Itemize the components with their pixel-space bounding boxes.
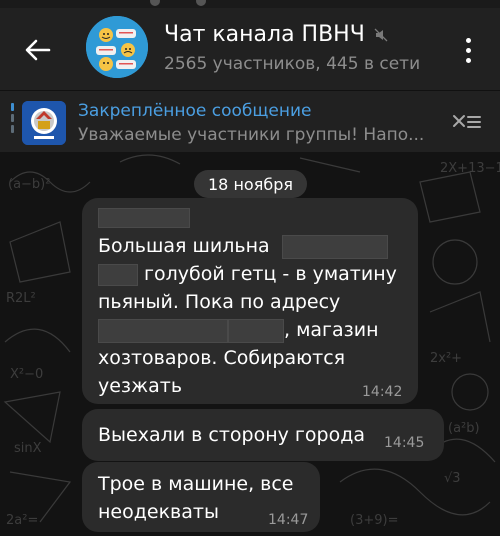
message-line: пьяный. Пока по адресу [98,291,341,313]
back-button[interactable] [16,30,60,70]
pinned-preview-text: Уважаемые участники группы! Напо... [78,125,425,145]
status-indicator-icon [150,0,160,6]
more-vertical-icon [465,57,471,63]
svg-text:(a²b): (a²b) [448,421,480,436]
message-time: 14:42 [362,384,403,400]
chat-subtitle: 2565 участников, 445 в сети [164,54,421,74]
message-bubble[interactable]: Выехали в сторону города 14:45 [82,409,444,461]
more-vertical-icon [465,47,471,53]
status-bar [0,0,500,8]
redacted-sender [98,208,190,228]
pinned-message-bar[interactable]: Закреплённое сообщение Уважаемые участни… [0,90,500,152]
chat-title[interactable]: Чат канала ПВНЧ [164,22,389,47]
message-bubble[interactable]: Трое в машине, все неодекваты 14:47 [82,462,320,532]
back-arrow-icon [25,39,51,61]
channel-avatar[interactable] [86,16,148,78]
redacted-text [98,263,138,286]
chat-header: Чат канала ПВНЧ 2565 участников, 445 в с… [0,0,500,90]
message-list[interactable]: (a−b)² 2X+13−1 R2L² 2x²+ X²−0 (a²b) sinX… [0,152,500,536]
pinned-thumbnail [22,101,66,145]
message-line: голубой гетц - в уматину [98,260,397,288]
message-line: Трое в машине, все [98,473,294,495]
svg-text:2X+13−1: 2X+13−1 [440,161,500,176]
unpin-button[interactable] [446,107,486,137]
redacted-text [98,318,228,343]
emblem-icon [22,101,66,145]
pinned-indicator [11,103,14,141]
svg-text:√3: √3 [444,471,461,486]
message-time: 14:45 [384,435,425,451]
message-line: , магазин [98,316,379,344]
emoji-avatar-icon [86,16,148,78]
svg-text:(3+9)=: (3+9)= [350,513,398,528]
status-indicator-icon [196,0,206,6]
svg-text:(a−b)²: (a−b)² [8,177,50,192]
chat-title-text: Чат канала ПВНЧ [164,22,365,47]
pinned-title: Закреплённое сообщение [78,101,312,121]
more-vertical-icon [465,37,471,43]
unpin-icon [453,115,481,128]
message-time: 14:47 [268,512,309,528]
message-bubble[interactable]: Большая шильна голубой гетц - в уматину … [82,198,418,404]
svg-text:X²−0: X²−0 [10,367,43,382]
message-line: уезжать [98,375,183,397]
message-line: хозтоваров. Собираются [98,347,346,369]
svg-text:sinX: sinX [14,441,42,456]
message-line: Большая шильна [98,232,388,260]
message-text: Выехали в сторону города [98,424,365,446]
svg-text:2a²=: 2a²= [6,513,38,528]
redacted-text [228,318,284,343]
date-separator: 18 ноября [194,170,307,198]
more-options-button[interactable] [450,28,486,72]
svg-text:2x²+: 2x²+ [430,351,462,366]
message-line: неодекваты [98,501,219,523]
muted-icon [374,28,388,41]
svg-text:R2L²: R2L² [6,291,36,306]
redacted-text [281,234,388,259]
